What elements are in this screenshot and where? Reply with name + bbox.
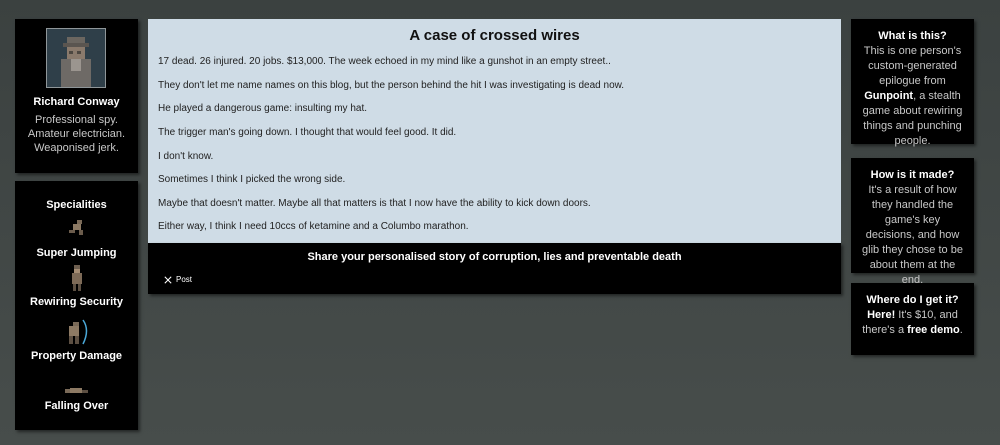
post-label: Post [176, 275, 193, 284]
crossed-wires-spy-icon [69, 319, 88, 345]
standing-spy-icon [72, 265, 82, 291]
fallen-spy-icon [65, 388, 88, 393]
story-paragraph: Sometimes I think I picked the wrong sid… [158, 174, 346, 185]
profile-desc-line: Amateur electrician. [27, 128, 126, 140]
how-is-it-made-panel: How is it made? It's a result of how the… [851, 158, 974, 286]
story-paragraph: Maybe that doesn't matter. Maybe all tha… [158, 198, 591, 209]
x-logo-icon [164, 275, 172, 284]
what-body: This is one person's custom-generated ep… [851, 44, 974, 149]
speciality-label: Property Damage [30, 350, 123, 362]
where-do-i-get-it-panel: Where do I get it? Here! It's $10, and t… [851, 283, 974, 355]
story-paragraph: Either way, I think I need 10ccs of keta… [158, 221, 469, 232]
what-is-this-panel: What is this? This is one person's custo… [851, 19, 974, 147]
profile-description: Professional spy. Amateur electrician. W… [15, 113, 138, 155]
story-paragraph: They don't let me name names on this blo… [158, 80, 625, 91]
what-title: What is this? [878, 30, 947, 42]
speciality-label: Rewiring Security [30, 296, 123, 308]
jumping-spy-icon [69, 220, 83, 235]
share-bar: Share your personalised story of corrupt… [148, 243, 841, 294]
profile-desc-line: Weaponised jerk. [34, 142, 119, 154]
how-body: It's a result of how they handled the ga… [862, 184, 963, 286]
gunpoint-link[interactable]: Gunpoint [864, 90, 913, 102]
story-paragraph: He played a dangerous game: insulting my… [158, 103, 368, 114]
story-panel: A case of crossed wires 17 dead. 26 inju… [148, 19, 841, 243]
specialities-panel: Specialities Super Jumping Rewiring Secu… [15, 181, 138, 430]
speciality-label: Falling Over [44, 400, 109, 412]
where-body-text: . [959, 324, 963, 336]
profile-panel: Richard Conway Professional spy. Amateur… [15, 19, 138, 173]
how-title: How is it made? [870, 169, 955, 181]
story-paragraph: The trigger man's going down. I thought … [158, 127, 457, 138]
speciality-label: Super Jumping [36, 247, 117, 259]
free-demo-link[interactable]: free demo [907, 324, 960, 336]
where-body: Here! It's $10, and there's a free demo. [851, 308, 974, 338]
story-paragraph: I don't know. [158, 151, 214, 162]
share-headline: Share your personalised story of corrupt… [307, 251, 682, 263]
profile-name: Richard Conway [33, 96, 120, 108]
what-body-text: This is one person's custom-generated ep… [863, 45, 962, 87]
where-title: Where do I get it? [866, 294, 959, 306]
story-title: A case of crossed wires [409, 27, 580, 44]
x-post-button[interactable]: Post [164, 275, 192, 284]
avatar [46, 28, 106, 88]
here-link[interactable]: Here! [867, 309, 895, 321]
specialities-title: Specialities [46, 199, 107, 211]
profile-desc-line: Professional spy. [35, 114, 118, 126]
story-paragraph: 17 dead. 26 injured. 20 jobs. $13,000. T… [158, 56, 611, 67]
spy-portrait-icon [47, 29, 105, 87]
